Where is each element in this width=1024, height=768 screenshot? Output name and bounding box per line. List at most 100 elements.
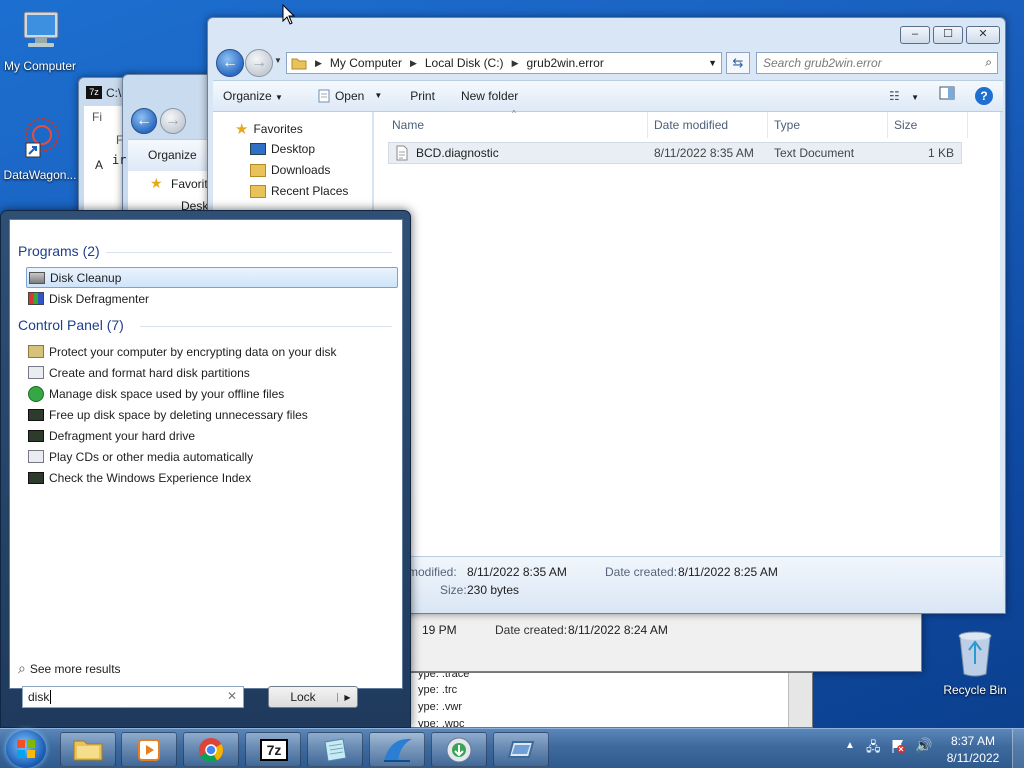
- recent-pages-chevron-icon[interactable]: ▼: [274, 56, 282, 65]
- bitlocker-key-icon: [28, 345, 44, 358]
- result-autoplay[interactable]: Play CDs or other media automatically: [26, 446, 398, 467]
- column-header-type[interactable]: Type: [768, 112, 888, 138]
- file-date-modified: 8/11/2022 8:35 AM: [654, 146, 754, 160]
- start-search-input[interactable]: disk ✕: [22, 686, 244, 708]
- search-placeholder: Search grub2win.error: [763, 56, 882, 70]
- desktop-icon-my-computer[interactable]: My Computer: [0, 8, 80, 73]
- start-button[interactable]: [6, 730, 46, 768]
- taskbar-media-player[interactable]: [121, 732, 177, 767]
- action-center-flag-icon[interactable]: [890, 738, 906, 754]
- address-bar[interactable]: ▶ My Computer ▶ Local Disk (C:) ▶ grub2w…: [286, 52, 722, 74]
- result-offline-files[interactable]: Manage disk space used by your offline f…: [26, 383, 398, 404]
- result-free-up-disk-space[interactable]: Free up disk space by deleting unnecessa…: [26, 404, 398, 425]
- result-disk-defragmenter[interactable]: Disk Defragmenter: [26, 288, 398, 309]
- open-button[interactable]: Open ▼: [307, 84, 392, 108]
- help-icon: ?: [975, 87, 993, 105]
- breadcrumb-my-computer[interactable]: My Computer: [330, 56, 402, 70]
- console-scrollbar[interactable]: [788, 673, 812, 727]
- lock-options-arrow-icon[interactable]: ▶: [337, 692, 357, 702]
- search-input[interactable]: Search grub2win.error ⌕: [756, 52, 998, 74]
- see-more-results-link[interactable]: ⌕ See more results: [18, 660, 121, 677]
- column-header-name[interactable]: Name: [386, 112, 648, 138]
- organize-label: Organize: [223, 89, 272, 103]
- result-create-format-partitions[interactable]: Create and format hard disk partitions: [26, 362, 398, 383]
- taskbar-explorer[interactable]: [60, 732, 116, 767]
- computer-icon: [23, 11, 59, 47]
- back-button[interactable]: ←: [131, 108, 157, 134]
- desktop-icon-recycle-bin[interactable]: Recycle Bin: [935, 628, 1015, 697]
- organize-button[interactable]: Organize ▼: [213, 84, 293, 108]
- notepad-icon: [318, 89, 330, 103]
- nav-favorites[interactable]: Favorit: [171, 177, 208, 191]
- search-query: disk: [28, 690, 50, 704]
- column-header-size[interactable]: Size: [888, 112, 968, 138]
- result-encrypt-disk[interactable]: Protect your computer by encrypting data…: [26, 341, 398, 362]
- breadcrumb-separator-icon: ▶: [409, 57, 417, 68]
- text-cursor: [50, 690, 52, 704]
- chevron-down-icon: ▼: [911, 93, 919, 102]
- maximize-button[interactable]: ☐: [933, 26, 963, 44]
- control-panel-header[interactable]: Control Panel (7): [18, 317, 124, 333]
- nav-desktop[interactable]: Desktop: [250, 142, 315, 156]
- organize-button[interactable]: Organize: [148, 148, 197, 162]
- flag-icon: [892, 740, 905, 753]
- show-hidden-icons-button[interactable]: ▲: [845, 740, 855, 751]
- refresh-button[interactable]: ⇆: [726, 52, 750, 74]
- result-defragment-drive[interactable]: Defragment your hard drive: [26, 425, 398, 446]
- breadcrumb-separator-icon: ▶: [511, 57, 519, 68]
- new-folder-button[interactable]: New folder: [451, 84, 528, 108]
- result-experience-index[interactable]: Check the Windows Experience Index: [26, 467, 398, 488]
- help-button[interactable]: ?: [965, 84, 1003, 108]
- recent-places-icon: [250, 184, 266, 198]
- desktop-icon-datawagon[interactable]: DataWagon...: [0, 115, 80, 182]
- back-button[interactable]: ←: [216, 49, 244, 77]
- print-button[interactable]: Print: [400, 84, 445, 108]
- programs-header[interactable]: Programs (2): [18, 243, 100, 259]
- forward-button[interactable]: →: [245, 49, 273, 77]
- breadcrumb-local-disk[interactable]: Local Disk (C:): [425, 56, 504, 70]
- nav-recent-places[interactable]: Recent Places: [250, 184, 348, 198]
- address-dropdown-icon[interactable]: ▼: [708, 58, 717, 68]
- file-name: BCD.diagnostic: [416, 146, 499, 160]
- clear-search-icon[interactable]: ✕: [227, 689, 237, 703]
- nav-downloads[interactable]: Downloads: [250, 163, 330, 177]
- background-console-window[interactable]: ype: .trace ype: .trc ype: .vwr ype: .wp…: [405, 672, 813, 728]
- created-label: Date created:: [495, 623, 568, 637]
- file-row[interactable]: BCD.diagnostic 8/11/2022 8:35 AM Text Do…: [388, 142, 962, 164]
- taskbar-network-app[interactable]: [431, 732, 487, 767]
- details-size-label: Size:: [440, 583, 467, 597]
- see-more-label: See more results: [29, 661, 121, 676]
- nav-downloads-label: Downloads: [271, 163, 331, 177]
- nav-favorites[interactable]: ★ Favorites: [235, 120, 303, 138]
- clock-time[interactable]: 8:37 AM: [940, 734, 1006, 748]
- modified-time-fragment: 19 PM: [422, 623, 457, 637]
- taskbar-7zip[interactable]: 7z: [245, 732, 301, 767]
- column-header-date-modified[interactable]: Date modified: [648, 112, 768, 138]
- divider: [106, 252, 392, 253]
- network-icon: [446, 737, 472, 763]
- preview-pane-button[interactable]: [929, 84, 965, 108]
- background-window-properties[interactable]: 19 PM Date created: 8/11/2022 8:24 AM: [405, 612, 922, 672]
- taskbar-notepad[interactable]: [307, 732, 363, 767]
- taskbar-display-app[interactable]: [493, 732, 549, 767]
- details-created-value: 8/11/2022 8:25 AM: [678, 565, 778, 579]
- clock-date[interactable]: 8/11/2022: [940, 751, 1006, 765]
- star-icon: ★: [235, 121, 249, 138]
- taskbar-app[interactable]: [369, 732, 425, 767]
- result-label: Free up disk space by deleting unnecessa…: [49, 407, 308, 422]
- taskbar-chrome[interactable]: [183, 732, 239, 767]
- show-desktop-button[interactable]: [1012, 729, 1024, 768]
- command-bar: Organize ▼ Open ▼ Print New folder ☷ ▼ ?: [213, 80, 1003, 112]
- recycle-bin-icon: [958, 631, 992, 677]
- network-tray-icon[interactable]: 🖧: [866, 738, 881, 760]
- change-view-button[interactable]: ☷ ▼: [879, 84, 929, 108]
- lock-button[interactable]: Lock ▶: [268, 686, 358, 708]
- volume-icon[interactable]: 🔊: [915, 737, 932, 754]
- close-button[interactable]: ✕: [966, 26, 1000, 44]
- forward-button[interactable]: →: [160, 108, 186, 134]
- breadcrumb-current-folder[interactable]: grub2win.error: [526, 56, 603, 70]
- console-line: ype: .vwr: [418, 701, 463, 713]
- minimize-button[interactable]: –: [900, 26, 930, 44]
- result-disk-cleanup[interactable]: Disk Cleanup: [26, 267, 398, 288]
- view-list-icon: ☷: [888, 89, 900, 103]
